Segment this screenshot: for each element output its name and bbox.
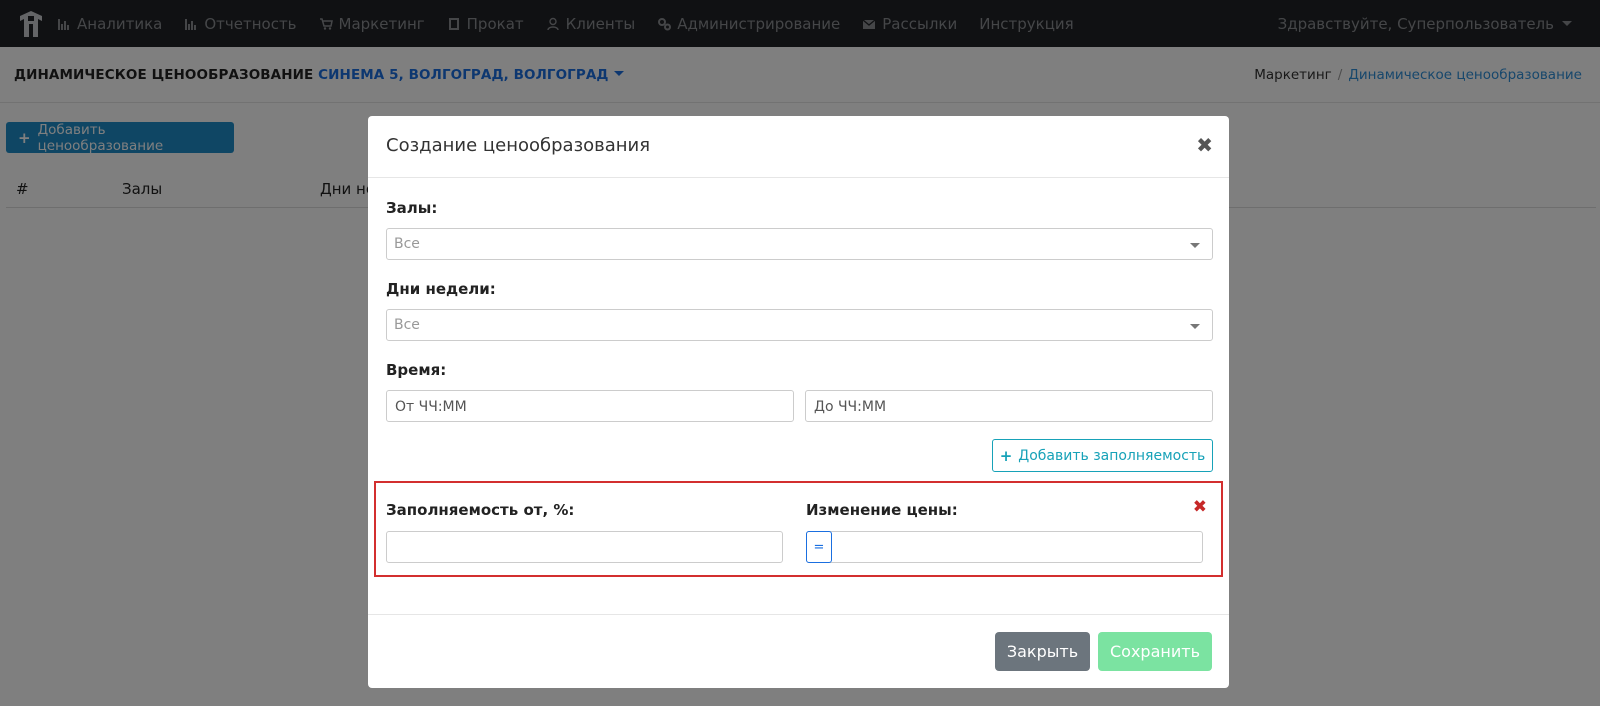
time-from-input[interactable]: От ЧЧ:ММ [386,390,794,422]
chevron-down-icon [1190,324,1200,329]
save-button[interactable]: Сохранить [1098,632,1212,671]
modal-footer-divider [368,614,1229,615]
halls-label: Залы: [386,199,438,217]
plus-icon: + [999,446,1013,465]
days-select[interactable]: Все [386,309,1213,341]
time-to-input[interactable]: До ЧЧ:ММ [805,390,1213,422]
halls-select[interactable]: Все [386,228,1213,260]
price-change-input[interactable] [806,531,1203,563]
close-button-label: Закрыть [1006,642,1079,661]
chevron-down-icon [1190,243,1200,248]
occupancy-from-input[interactable] [386,531,783,563]
save-button-label: Сохранить [1110,642,1200,661]
price-operator-button[interactable]: = [806,531,832,563]
modal-header: Создание ценообразования ✖ [368,116,1229,178]
occupancy-row: Заполняемость от, %: Изменение цены: ✖ = [374,481,1223,577]
halls-select-value: Все [394,236,420,252]
add-occupancy-label: Добавить заполняемость [1018,447,1206,464]
create-pricing-modal: Создание ценообразования ✖ Залы: Все Дни… [368,116,1229,688]
remove-occupancy-icon[interactable]: ✖ [1193,497,1207,517]
price-change-label: Изменение цены: [806,501,958,519]
days-select-value: Все [394,317,420,333]
add-occupancy-button[interactable]: + Добавить заполняемость [992,439,1213,472]
time-from-placeholder: От ЧЧ:ММ [395,399,467,415]
days-label: Дни недели: [386,280,496,298]
time-to-placeholder: До ЧЧ:ММ [814,399,887,415]
price-operator-value: = [813,539,825,555]
time-label: Время: [386,361,447,379]
modal-title: Создание ценообразования [386,135,651,156]
close-icon[interactable]: ✖ [1196,133,1213,157]
occupancy-from-label: Заполняемость от, %: [386,501,575,519]
close-button[interactable]: Закрыть [995,632,1090,671]
